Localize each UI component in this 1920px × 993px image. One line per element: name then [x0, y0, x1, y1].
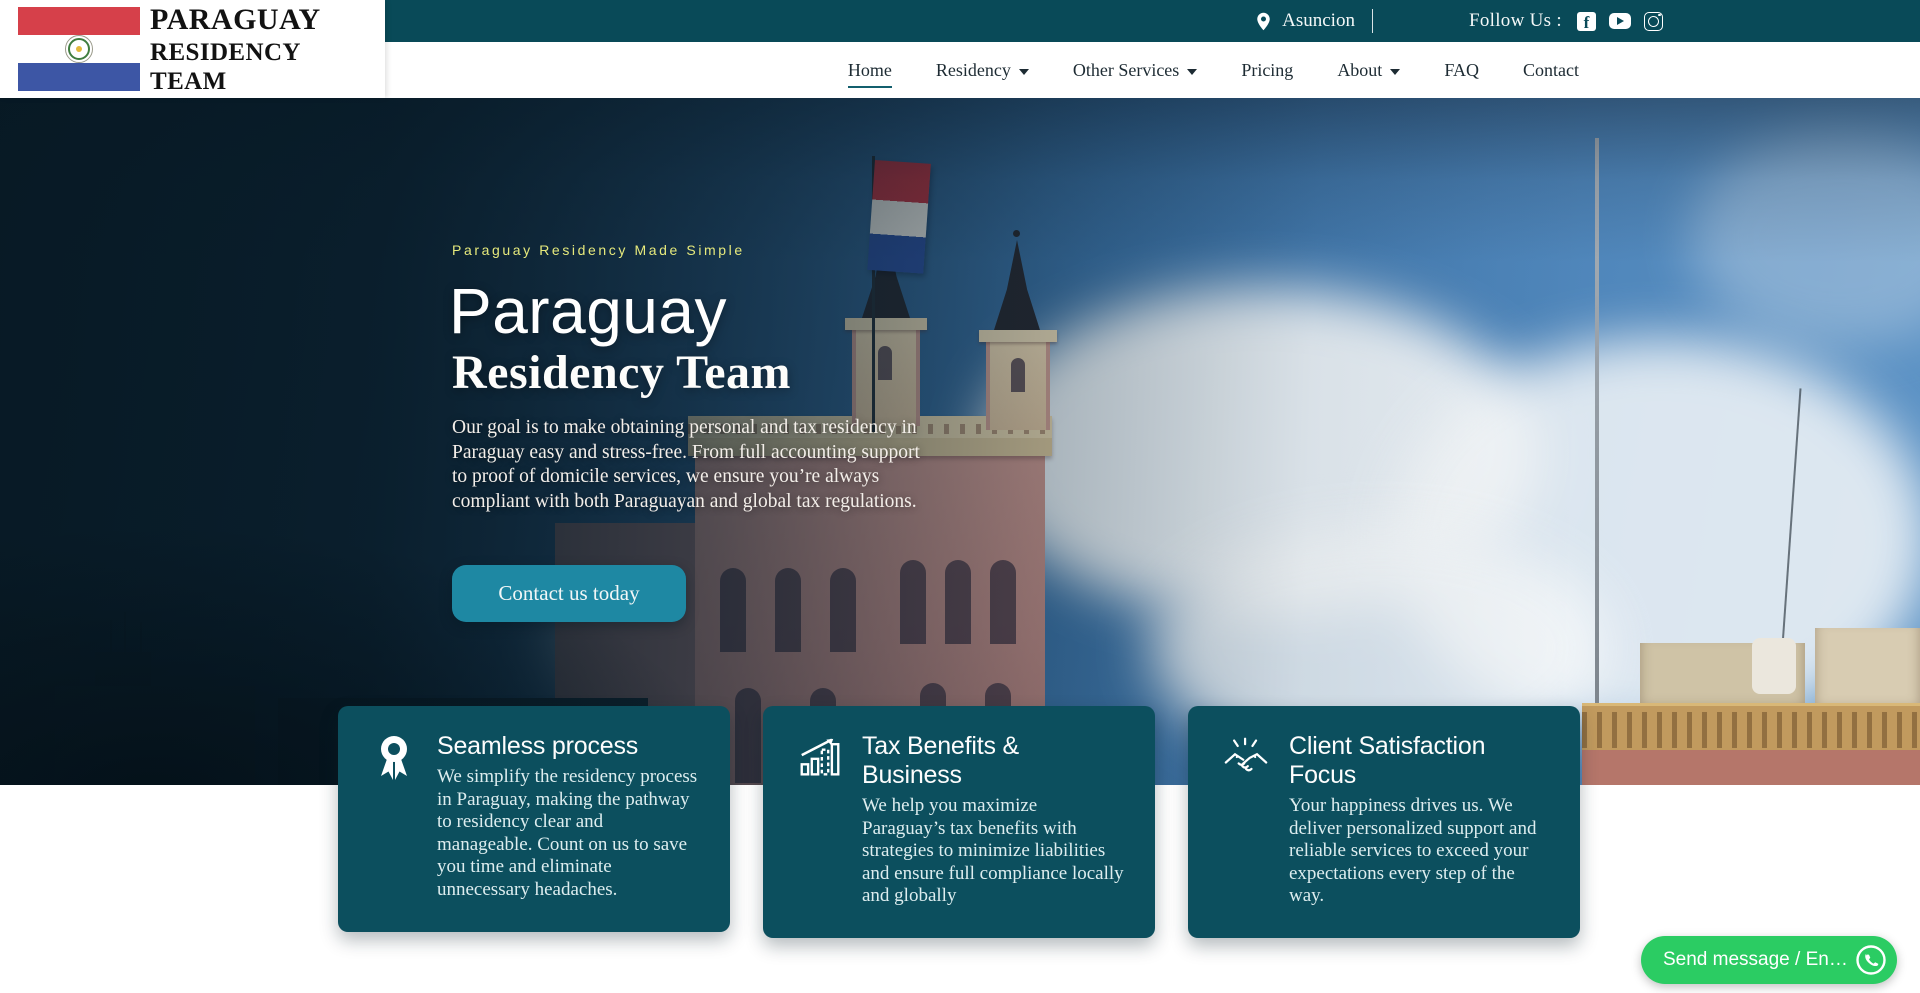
chevron-down-icon: [1390, 69, 1400, 75]
paraguay-flag-icon: [18, 7, 140, 91]
location-pin-icon: [1256, 12, 1271, 31]
youtube-icon[interactable]: [1609, 13, 1631, 29]
nav-item-pricing[interactable]: Pricing: [1241, 52, 1293, 88]
handshake-icon: [1224, 732, 1268, 908]
follow-us-label: Follow Us :: [1469, 10, 1562, 32]
hero-content: Paraguay Residency Made Simple Paraguay …: [0, 98, 1920, 785]
feature-cards: Seamless process We simplify the residen…: [338, 706, 1580, 938]
card-text: We simplify the residency process in Par…: [437, 766, 700, 902]
chevron-down-icon: [1187, 69, 1197, 75]
whatsapp-chat-button[interactable]: Send message / Enviar ...: [1641, 936, 1897, 984]
bar-chart-growth-icon: [799, 732, 841, 908]
card-title: Client Satisfaction Focus: [1289, 732, 1550, 790]
paraguay-emblem-icon: [65, 35, 93, 63]
social-icons: f: [1577, 12, 1663, 31]
award-ribbon-icon: [374, 732, 416, 902]
nav-item-residency[interactable]: Residency: [936, 52, 1029, 88]
nav-item-contact[interactable]: Contact: [1523, 52, 1579, 88]
hero-section: Paraguay Residency Made Simple Paraguay …: [0, 98, 1920, 785]
instagram-icon[interactable]: [1644, 12, 1663, 31]
nav-item-faq[interactable]: FAQ: [1444, 52, 1479, 88]
contact-us-button[interactable]: Contact us today: [452, 565, 686, 622]
card-client-satisfaction: Client Satisfaction Focus Your happiness…: [1188, 706, 1580, 938]
card-text: We help you maximize Paraguay’s tax bene…: [862, 795, 1125, 908]
chevron-down-icon: [1019, 69, 1029, 75]
card-title: Tax Benefits & Business: [862, 732, 1125, 790]
location-label: Asuncion: [1282, 10, 1355, 32]
whatsapp-icon: [1854, 943, 1888, 977]
page: Asuncion Follow Us : f Home Residency Ot…: [0, 0, 1920, 993]
card-tax-benefits: Tax Benefits & Business We help you maxi…: [763, 706, 1155, 938]
hero-paragraph: Our goal is to make obtaining personal a…: [452, 416, 930, 514]
location-group: Asuncion: [1256, 10, 1355, 32]
card-seamless-process: Seamless process We simplify the residen…: [338, 706, 730, 932]
site-logo[interactable]: PARAGUAY RESIDENCY TEAM: [0, 0, 385, 98]
hero-title: Paraguay: [449, 274, 727, 348]
card-text: Your happiness drives us. We deliver per…: [1289, 795, 1550, 908]
card-title: Seamless process: [437, 732, 700, 761]
nav-item-about[interactable]: About: [1337, 52, 1400, 88]
facebook-icon[interactable]: f: [1577, 12, 1596, 31]
whatsapp-label: Send message / Enviar ...: [1663, 949, 1853, 971]
hero-subtitle: Residency Team: [452, 345, 791, 400]
nav-item-other-services[interactable]: Other Services: [1073, 52, 1197, 88]
topbar-divider: [1372, 9, 1373, 33]
hero-tagline: Paraguay Residency Made Simple: [452, 242, 745, 258]
logo-text: PARAGUAY RESIDENCY TEAM: [150, 5, 321, 94]
nav-item-home[interactable]: Home: [848, 52, 892, 88]
